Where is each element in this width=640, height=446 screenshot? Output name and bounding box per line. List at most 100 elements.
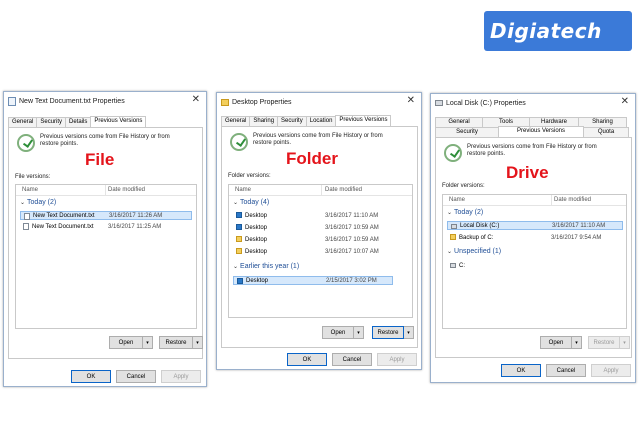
ok-button[interactable]: OK	[71, 370, 111, 383]
list-item[interactable]: Desktop 3/16/2017 11:10 AM	[233, 211, 409, 220]
open-split-button: Open ▾	[322, 326, 364, 339]
column-date-modified[interactable]: Date modified	[108, 187, 145, 193]
item-date: 2/15/2017 3:02 PM	[326, 277, 377, 284]
group-label: Unspecified (1)	[454, 248, 502, 255]
restore-split-button: Restore ▾	[159, 336, 203, 349]
close-icon[interactable]: ✕	[407, 96, 415, 106]
folder-icon	[450, 234, 456, 240]
folder-dialog-title: Desktop Properties	[232, 98, 292, 106]
list-item[interactable]: New Text Document.txt 3/16/2017 11:26 AM	[20, 211, 192, 220]
logo-text: Digiatech	[490, 19, 602, 43]
item-name: Desktop	[245, 248, 268, 255]
info-text: Previous versions come from File History…	[253, 133, 383, 146]
folder-icon	[221, 98, 229, 106]
tab-previous-versions[interactable]: Previous Versions	[335, 115, 392, 126]
item-name: New Text Document.txt	[32, 223, 94, 230]
ok-button[interactable]: OK	[287, 353, 327, 366]
group-today[interactable]: ⌄ Today (2)	[20, 199, 56, 206]
column-name[interactable]: Name	[449, 197, 465, 203]
item-name: Desktop	[246, 277, 269, 284]
drive-properties-dialog: Local Disk (C:) Properties ✕ General Too…	[430, 93, 636, 383]
chevron-down-icon[interactable]: ▾	[193, 336, 203, 349]
info-text: Previous versions come from File History…	[40, 134, 170, 147]
open-split-button: Open ▾	[109, 336, 153, 349]
cancel-button[interactable]: Cancel	[116, 370, 156, 383]
close-icon[interactable]: ✕	[621, 97, 629, 107]
tab-general[interactable]: General	[221, 116, 251, 126]
drive-dialog-titlebar: Local Disk (C:) Properties ✕	[431, 94, 635, 112]
item-date: 3/16/2017 11:10 AM	[325, 212, 379, 219]
column-date-modified[interactable]: Date modified	[325, 187, 362, 193]
tab-previous-versions[interactable]: Previous Versions	[90, 116, 147, 127]
chevron-down-icon: ⌄	[447, 210, 453, 216]
cancel-button[interactable]: Cancel	[546, 364, 586, 377]
text-file-icon	[24, 213, 30, 220]
drive-dialog-tabs-row2: Security Previous Versions Quota	[435, 126, 629, 137]
column-name[interactable]: Name	[235, 187, 251, 193]
column-date-modified[interactable]: Date modified	[554, 197, 591, 203]
drive-versions-list: Name Date modified ⌄ Today (2) Local Disk…	[442, 194, 627, 329]
list-item[interactable]: Backup of C: 3/16/2017 9:54 AM	[447, 233, 623, 242]
close-icon[interactable]: ✕	[192, 95, 200, 105]
open-button[interactable]: Open	[109, 336, 143, 349]
list-header: Name Date modified	[16, 185, 196, 196]
tab-security[interactable]: Security	[277, 116, 307, 126]
group-label: Today (2)	[27, 199, 57, 206]
item-date: 3/16/2017 9:54 AM	[551, 234, 602, 241]
restore-split-button: Restore ▾	[372, 326, 414, 339]
cancel-button[interactable]: Cancel	[332, 353, 372, 366]
tab-general[interactable]: General	[8, 117, 38, 127]
ok-button[interactable]: OK	[501, 364, 541, 377]
desktop-folder-icon	[237, 278, 243, 284]
restore-point-icon	[17, 134, 35, 152]
chevron-down-icon: ⌄	[20, 200, 26, 206]
folder-properties-dialog: Desktop Properties ✕ General Sharing Sec…	[216, 92, 422, 370]
list-item[interactable]: Desktop 3/16/2017 10:07 AM	[233, 247, 409, 256]
tab-previous-versions[interactable]: Previous Versions	[498, 126, 584, 137]
tab-sharing[interactable]: Sharing	[249, 116, 279, 126]
restore-button[interactable]: Restore	[588, 336, 620, 349]
tab-security[interactable]: Security	[435, 127, 499, 137]
group-unspecified[interactable]: ⌄ Unspecified (1)	[447, 248, 501, 255]
desktop-folder-icon	[236, 212, 242, 218]
folder-versions-label: Folder versions:	[228, 173, 271, 179]
list-item[interactable]: Desktop 2/15/2017 3:02 PM	[233, 276, 393, 285]
group-earlier-this-year[interactable]: ⌄ Earlier this year (1)	[233, 263, 299, 270]
digiatech-logo: Digiatech	[484, 11, 632, 51]
restore-button[interactable]: Restore	[372, 326, 404, 339]
group-label: Today (2)	[454, 209, 484, 216]
folder-icon	[236, 236, 242, 242]
tab-security[interactable]: Security	[36, 117, 67, 127]
chevron-down-icon[interactable]: ▾	[572, 336, 582, 349]
drive-label: Drive	[506, 163, 549, 182]
file-dialog-tabs: General Security Details Previous Versio…	[8, 116, 147, 127]
item-name: New Text Document.txt	[33, 212, 95, 219]
folder-dialog-tabs: General Sharing Security Location Previo…	[221, 115, 392, 126]
chevron-down-icon[interactable]: ▾	[404, 326, 414, 339]
folder-label: Folder	[286, 149, 338, 168]
list-item[interactable]: Local Disk (C:) 3/16/2017 11:10 AM	[447, 221, 623, 230]
open-button[interactable]: Open	[322, 326, 354, 339]
tab-quota[interactable]: Quota	[583, 127, 629, 137]
item-name: Desktop	[245, 212, 268, 219]
apply-button[interactable]: Apply	[377, 353, 417, 366]
group-label: Earlier this year (1)	[240, 263, 300, 270]
apply-button[interactable]: Apply	[161, 370, 201, 383]
tab-details[interactable]: Details	[65, 117, 92, 127]
chevron-down-icon[interactable]: ▾	[354, 326, 364, 339]
column-name[interactable]: Name	[22, 187, 38, 193]
list-item[interactable]: New Text Document.txt 3/16/2017 11:25 AM	[20, 222, 192, 231]
chevron-down-icon[interactable]: ▾	[143, 336, 153, 349]
group-today[interactable]: ⌄ Today (4)	[233, 199, 269, 206]
group-today[interactable]: ⌄ Today (2)	[447, 209, 483, 216]
list-header: Name Date modified	[443, 195, 626, 206]
open-button[interactable]: Open	[540, 336, 572, 349]
chevron-down-icon[interactable]: ▾	[620, 336, 630, 349]
text-file-icon	[23, 223, 29, 230]
restore-button[interactable]: Restore	[159, 336, 193, 349]
apply-button[interactable]: Apply	[591, 364, 631, 377]
tab-location[interactable]: Location	[305, 116, 337, 126]
list-item[interactable]: Desktop 3/16/2017 10:59 AM	[233, 223, 409, 232]
list-item[interactable]: Desktop 3/16/2017 10:59 AM	[233, 235, 409, 244]
list-item[interactable]: C:	[447, 261, 623, 270]
